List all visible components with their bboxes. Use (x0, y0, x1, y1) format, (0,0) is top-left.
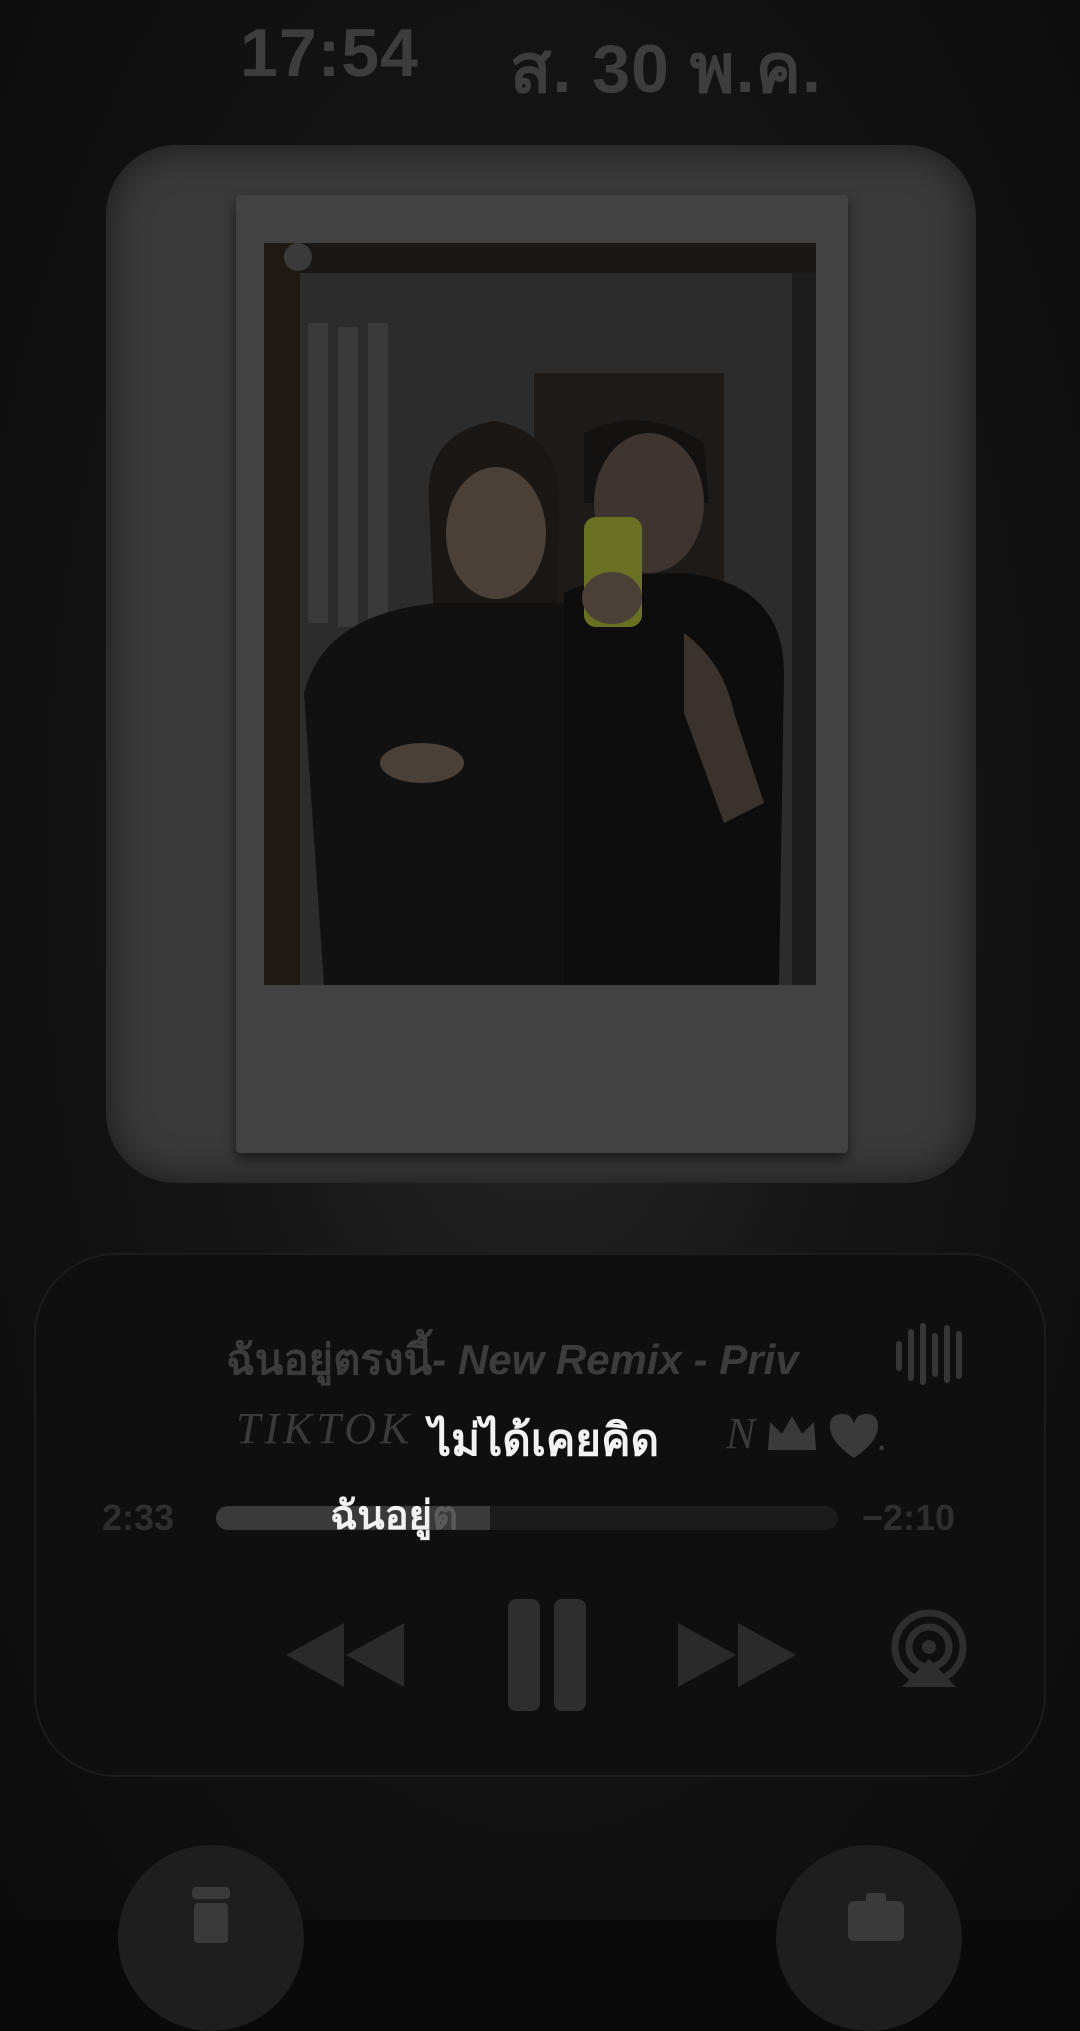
airplay-button[interactable] (884, 1595, 974, 1715)
clock-date: ส. 30 พ.ค. (510, 31, 822, 107)
lyric-sub-faded: ต (432, 1494, 459, 1538)
polaroid-frame (236, 195, 848, 1153)
rewind-button[interactable] (282, 1595, 412, 1715)
artist-emoji: N . (725, 1400, 887, 1462)
progress-bar[interactable] (216, 1506, 838, 1530)
lock-screen: 17:54 ส. 30 พ.ค. ฉันอยู่ตรงนี้- New Remi… (0, 0, 1080, 2031)
pause-button[interactable] (496, 1595, 596, 1715)
song-title-rest: - New Remix - Priv (432, 1336, 799, 1383)
lyric-line-main: ไม่ได้เคยคิด (429, 1416, 660, 1465)
photo-image (264, 243, 816, 985)
fast-forward-button[interactable] (672, 1595, 802, 1715)
rewind-icon (286, 1623, 404, 1687)
lyric-sub-bright: ฉันอยู่ (330, 1494, 433, 1538)
artist-end: . (876, 1415, 886, 1459)
clock-time: 17:54 (240, 15, 419, 91)
pause-icon (508, 1599, 586, 1711)
artist-tail: N (726, 1409, 758, 1458)
artist-name: TIKTOK (236, 1403, 413, 1454)
now-playing-widget: ฉันอยู่ตรงนี้- New Remix - Priv TIKTOK N (36, 1255, 1044, 1775)
flashlight-button[interactable] (118, 1845, 304, 2031)
flashlight-icon (192, 1887, 230, 1943)
status-row: 17:54 ส. 30 พ.ค. (0, 10, 1080, 107)
song-title-thai: ฉันอยู่ตรงนี้ (226, 1336, 433, 1383)
time-elapsed: 2:33 (102, 1497, 175, 1538)
artist-text: TIKTOK (236, 1404, 414, 1453)
photo-widget[interactable] (106, 145, 976, 1183)
time-remaining: −2:10 (862, 1497, 956, 1538)
camera-button[interactable] (776, 1845, 962, 2031)
lyric-line-sub: ฉันอยู่ต (330, 1483, 458, 1547)
fast-forward-icon (678, 1623, 796, 1687)
waveform-icon (892, 1319, 972, 1389)
heart-icon (830, 1414, 878, 1458)
song-title: ฉันอยู่ตรงนี้- New Remix - Priv (226, 1327, 898, 1393)
camera-icon (848, 1893, 904, 1941)
airplay-icon (891, 1609, 967, 1687)
crown-icon (768, 1416, 816, 1450)
